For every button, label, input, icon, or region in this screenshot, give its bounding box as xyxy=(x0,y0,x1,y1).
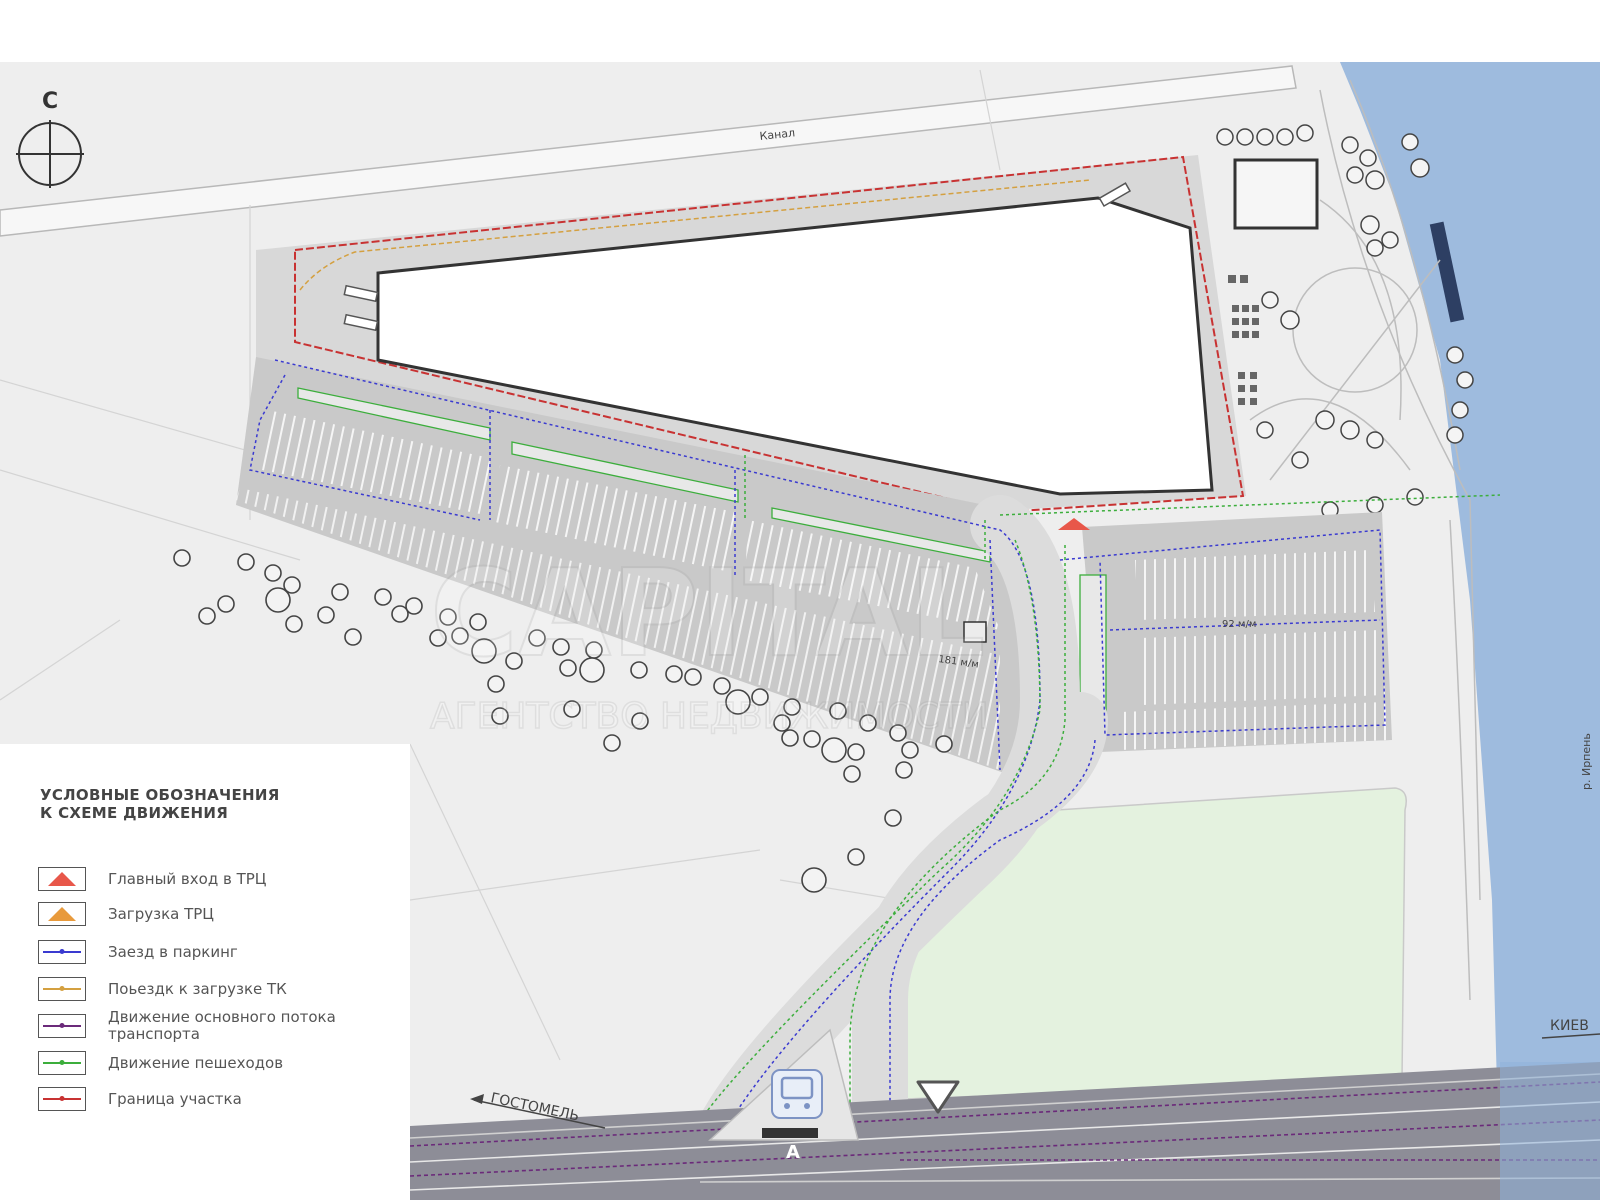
loading-route-swatch-icon xyxy=(38,977,86,1001)
legend-item-boundary: Граница участка xyxy=(38,1084,398,1114)
parking-entry-swatch-icon xyxy=(38,940,86,964)
legend-label: Главный вход в ТРЦ xyxy=(108,869,267,888)
bus-stop-platform xyxy=(762,1128,818,1138)
legend-label: Движение основного потока транспорта xyxy=(108,1008,336,1043)
parking-capacity-right: 92 м/м xyxy=(1222,619,1256,630)
legend-label: Заезд в паркинг xyxy=(108,942,238,961)
legend-label: Движение пешеходов xyxy=(108,1053,284,1072)
legend-item-main-traffic: Движение основного потока транспорта xyxy=(38,1008,398,1043)
watermark: CAPITAL АГЕНТСТВО НЕДВИЖИМОСТИ xyxy=(429,544,989,738)
legend-item-parking-entry: Заезд в паркинг xyxy=(38,937,398,967)
legend-title-line-1: УСЛОВНЫЕ ОБОЗНАЧЕНИЯ xyxy=(40,786,280,804)
highway-river-crossing xyxy=(1500,1062,1600,1200)
legend-item-loading-route: Поьездк к загрузке ТК xyxy=(38,974,398,1004)
legend-title: УСЛОВНЫЕ ОБОЗНАЧЕНИЯ К СХЕМЕ ДВИЖЕНИЯ xyxy=(40,786,370,822)
map-legend: УСЛОВНЫЕ ОБОЗНАЧЕНИЯ К СХЕМЕ ДВИЖЕНИЯ Гл… xyxy=(0,744,410,1200)
bus-icon xyxy=(771,1069,823,1119)
north-letter: С xyxy=(42,89,58,114)
legend-item-main-entrance: Главный вход в ТРЦ xyxy=(38,864,398,894)
pavilion xyxy=(1233,158,1319,230)
river-label: р. Ирпень xyxy=(1580,733,1593,790)
bus-stop-label: А xyxy=(786,1142,800,1163)
legend-item-pedestrians: Движение пешеходов xyxy=(38,1048,398,1078)
legend-label: Граница участка xyxy=(108,1089,242,1108)
boundary-swatch-icon xyxy=(38,1087,86,1111)
legend-item-loading: Загрузка ТРЦ xyxy=(38,899,398,929)
legend-label: Поьездк к загрузке ТК xyxy=(108,979,287,998)
legend-label: Загрузка ТРЦ xyxy=(108,904,214,923)
loading-swatch-icon xyxy=(38,902,86,926)
main-traffic-swatch-icon xyxy=(38,1014,86,1038)
pedestrian-swatch-icon xyxy=(38,1051,86,1075)
svg-text:CAPITAL: CAPITAL xyxy=(430,545,985,684)
main-entrance-swatch-icon xyxy=(38,867,86,891)
legend-title-line-2: К СХЕМЕ ДВИЖЕНИЯ xyxy=(40,804,229,822)
svg-text:АГЕНТСТВО НЕДВИЖИМОСТИ: АГЕНТСТВО НЕДВИЖИМОСТИ xyxy=(430,696,989,737)
direction-kyiv-label: КИЕВ xyxy=(1550,1018,1589,1034)
